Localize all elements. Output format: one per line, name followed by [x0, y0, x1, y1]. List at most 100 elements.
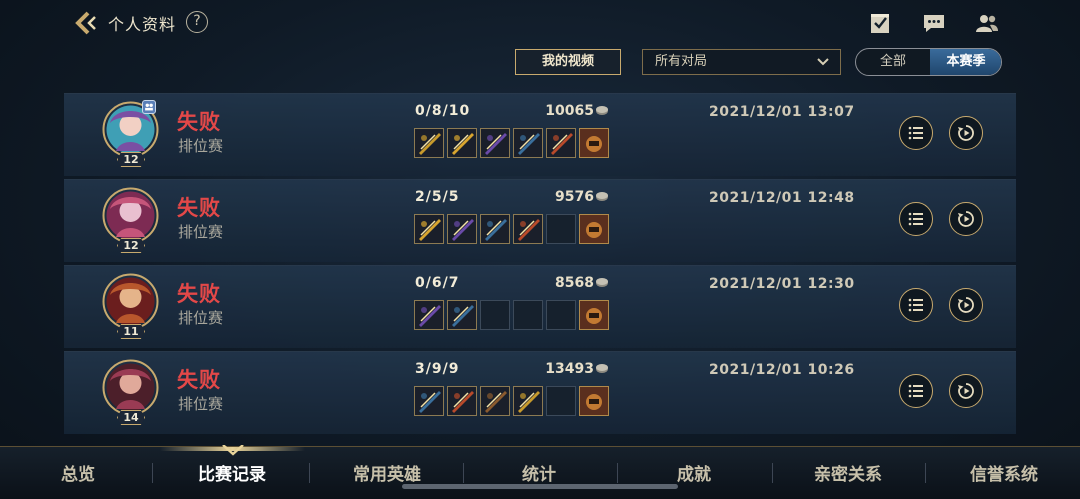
list-icon	[908, 126, 923, 140]
kda-score: 3/9/9	[415, 361, 460, 377]
item-icon[interactable]	[447, 128, 477, 158]
season-option-current[interactable]: 本赛季	[930, 49, 1001, 75]
champion-level-badge: 12	[117, 152, 145, 167]
match-details-button[interactable]	[899, 288, 933, 322]
match-card[interactable]: 12 失败 排位赛 2/5/5 9576 2021/12/01 12:48	[64, 179, 1016, 262]
item-icon[interactable]	[447, 300, 477, 330]
item-slots	[414, 128, 609, 158]
item-icon[interactable]	[480, 386, 510, 416]
kda-score: 0/8/10	[415, 103, 471, 119]
gold-coin-icon	[596, 364, 608, 373]
item-icon[interactable]	[414, 214, 444, 244]
nav-divider	[617, 463, 618, 483]
task-check-icon[interactable]	[868, 12, 892, 34]
item-icon[interactable]	[546, 128, 576, 158]
trinket-item-icon[interactable]	[579, 214, 609, 244]
list-icon	[908, 298, 923, 312]
empty-item-slot	[546, 214, 576, 244]
list-icon	[908, 384, 923, 398]
friends-icon[interactable]	[975, 12, 999, 34]
item-icon[interactable]	[480, 214, 510, 244]
bottom-nav: 总览 比赛记录 常用英雄 统计 成就 亲密关系 信誉系统	[0, 445, 1080, 499]
item-icon[interactable]	[414, 300, 444, 330]
match-details-button[interactable]	[899, 374, 933, 408]
tab-honor-system[interactable]: 信誉系统	[952, 460, 1056, 485]
empty-item-slot	[513, 300, 543, 330]
item-slots	[414, 300, 609, 330]
empty-item-slot	[480, 300, 510, 330]
replay-button[interactable]	[949, 202, 983, 236]
item-icon[interactable]	[480, 128, 510, 158]
champion-frame-icon	[102, 359, 159, 416]
item-icon[interactable]	[513, 214, 543, 244]
champion-frame-icon	[102, 187, 159, 244]
match-timestamp: 2021/12/01 12:30	[709, 276, 855, 292]
active-tab-indicator-icon	[222, 445, 244, 456]
party-icon	[142, 100, 156, 114]
trinket-item-icon[interactable]	[579, 386, 609, 416]
match-card[interactable]: 11 失败 排位赛 0/6/7 8568 2021/12/01 12:30	[64, 265, 1016, 348]
match-card[interactable]: 14 失败 排位赛 3/9/9 13493 2021/12/01 10:26	[64, 351, 1016, 434]
match-timestamp: 2021/12/01 10:26	[709, 362, 855, 378]
item-slots	[414, 214, 609, 244]
champion-level-badge: 14	[117, 410, 145, 425]
nav-divider	[925, 463, 926, 483]
gold-coin-icon	[596, 106, 608, 115]
item-icon[interactable]	[513, 128, 543, 158]
match-result: 失败	[177, 368, 221, 392]
trinket-item-icon[interactable]	[579, 300, 609, 330]
item-icon[interactable]	[414, 128, 444, 158]
match-type-value: 所有对局	[655, 54, 708, 69]
match-card[interactable]: 12 失败 排位赛 0/8/10 10065 2021/12/01 13:07	[64, 93, 1016, 176]
item-icon[interactable]	[447, 214, 477, 244]
gold-amount: 13493	[545, 361, 594, 377]
match-timestamp: 2021/12/01 12:48	[709, 190, 855, 206]
replay-button[interactable]	[949, 116, 983, 150]
nav-divider	[152, 463, 153, 483]
item-slots	[414, 386, 609, 416]
nav-divider	[772, 463, 773, 483]
match-mode: 排位赛	[178, 309, 224, 327]
champion-level-badge: 12	[117, 238, 145, 253]
match-mode: 排位赛	[178, 395, 224, 413]
page-title: 个人资料	[108, 15, 177, 34]
back-icon[interactable]	[74, 10, 100, 36]
tab-relationships[interactable]: 亲密关系	[796, 460, 900, 485]
gold-coin-icon	[596, 192, 608, 201]
trinket-item-icon[interactable]	[579, 128, 609, 158]
empty-item-slot	[546, 300, 576, 330]
replay-icon	[958, 211, 974, 227]
home-indicator-bar[interactable]	[402, 484, 678, 489]
replay-button[interactable]	[949, 288, 983, 322]
nav-divider	[463, 463, 464, 483]
champion-level-badge: 11	[117, 324, 145, 339]
champion-frame-icon	[102, 273, 159, 330]
tab-favorite-champions[interactable]: 常用英雄	[335, 460, 439, 485]
tab-statistics[interactable]: 统计	[505, 460, 573, 485]
my-videos-button[interactable]: 我的视频	[515, 49, 621, 75]
list-icon	[908, 212, 923, 226]
match-mode: 排位赛	[178, 137, 224, 155]
chevron-down-icon	[817, 58, 829, 66]
match-type-select[interactable]: 所有对局	[642, 49, 841, 75]
gold-amount: 10065	[545, 103, 594, 119]
chat-icon[interactable]	[922, 12, 946, 34]
tab-overview[interactable]: 总览	[44, 460, 112, 485]
match-mode: 排位赛	[178, 223, 224, 241]
match-details-button[interactable]	[899, 116, 933, 150]
tab-match-history[interactable]: 比赛记录	[180, 460, 284, 485]
empty-item-slot	[546, 386, 576, 416]
item-icon[interactable]	[447, 386, 477, 416]
season-toggle[interactable]: 全部 本赛季	[855, 48, 1002, 76]
item-icon[interactable]	[414, 386, 444, 416]
match-result: 失败	[177, 196, 221, 220]
item-icon[interactable]	[513, 386, 543, 416]
replay-icon	[958, 125, 974, 141]
match-details-button[interactable]	[899, 202, 933, 236]
help-icon[interactable]: ?	[186, 11, 208, 33]
season-option-all[interactable]: 全部	[856, 49, 930, 75]
tab-achievements[interactable]: 成就	[660, 460, 728, 485]
replay-button[interactable]	[949, 374, 983, 408]
match-result: 失败	[177, 282, 221, 306]
gold-amount: 8568	[555, 275, 594, 291]
